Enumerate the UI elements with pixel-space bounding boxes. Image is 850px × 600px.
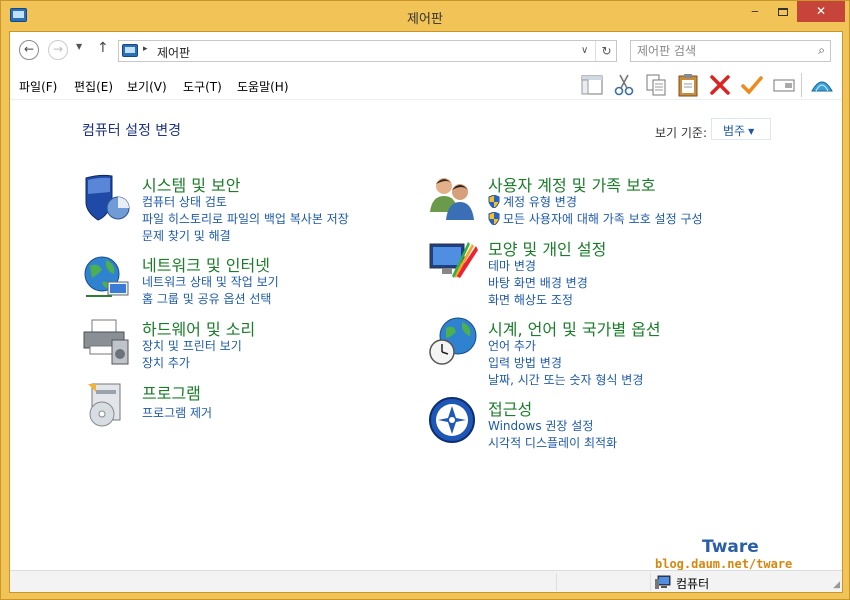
menu-view[interactable]: 보기(V): [127, 78, 167, 95]
link-add-language[interactable]: 언어 추가: [488, 337, 536, 354]
network-icon[interactable]: [82, 252, 132, 302]
rename-icon[interactable]: [772, 73, 796, 97]
control-panel-home: 컴퓨터 설정 변경 보기 기준: 범주 ▼ 시스템 및 보안 컴퓨터 상태 검토 …: [10, 100, 842, 571]
forward-button[interactable]: →: [48, 40, 68, 60]
accessibility-icon[interactable]: [428, 396, 478, 446]
back-button[interactable]: ←: [19, 40, 39, 60]
address-bar[interactable]: ▸ 제어판 ∨ ↻: [118, 40, 617, 62]
menu-help[interactable]: 도움말(H): [237, 78, 289, 95]
menu-edit[interactable]: 편집(E): [74, 78, 113, 95]
watermark-url: blog.daum.net/tware: [655, 557, 793, 571]
maximize-icon: [778, 7, 788, 16]
breadcrumb[interactable]: 제어판: [157, 44, 190, 61]
control-panel-window: 제어판 ‒ ✕ ← → ▼ ↑ ▸ 제어판 ∨ ↻ ⌕ 파일(F): [0, 0, 850, 600]
category-title[interactable]: 프로그램: [142, 380, 201, 404]
uac-shield-icon: [488, 195, 500, 208]
client-area: ← → ▼ ↑ ▸ 제어판 ∨ ↻ ⌕ 파일(F) 편집(E) 보기(V) 도구…: [9, 31, 843, 593]
view-by-dropdown[interactable]: 범주 ▼: [711, 118, 771, 140]
link-change-background[interactable]: 바탕 화면 배경 변경: [488, 274, 588, 291]
address-row: ← → ▼ ↑ ▸ 제어판 ∨ ↻ ⌕: [10, 32, 842, 70]
link-network-status[interactable]: 네트워크 상태 및 작업 보기: [142, 273, 279, 290]
link-add-device[interactable]: 장치 추가: [142, 354, 190, 371]
status-divider: [650, 573, 651, 591]
refresh-button[interactable]: ↻: [595, 41, 617, 61]
link-troubleshoot[interactable]: 문제 찾기 및 해결: [142, 227, 231, 244]
view-by-label: 보기 기준:: [655, 126, 708, 140]
up-button[interactable]: ↑: [97, 40, 109, 56]
shell-icon[interactable]: [810, 73, 834, 97]
status-divider: [556, 573, 557, 591]
check-icon[interactable]: [740, 73, 764, 97]
page-title: 컴퓨터 설정 변경: [82, 123, 182, 139]
watermark-name: Tware: [702, 537, 759, 557]
layout-icon[interactable]: [580, 73, 604, 97]
cut-icon[interactable]: [612, 73, 636, 97]
computer-icon: [655, 575, 671, 589]
link-homegroup-sharing[interactable]: 홈 그룹 및 공유 옵션 선택: [142, 290, 271, 307]
toolbar-divider: [801, 73, 802, 97]
uac-shield-icon: [488, 212, 500, 225]
delete-icon[interactable]: [708, 73, 732, 97]
minimize-button[interactable]: ‒: [741, 1, 769, 22]
link-change-theme[interactable]: 테마 변경: [488, 257, 536, 274]
programs-icon[interactable]: [82, 380, 132, 430]
address-history-chevron-icon[interactable]: ∨: [581, 45, 588, 56]
title-bar: 제어판 ‒ ✕: [1, 1, 849, 31]
link-screen-resolution[interactable]: 화면 해상도 조정: [488, 291, 573, 308]
link-family-safety[interactable]: 모든 사용자에 대해 가족 보호 설정 구성: [488, 210, 703, 227]
link-change-input-method[interactable]: 입력 방법 변경: [488, 354, 562, 371]
link-review-computer-status[interactable]: 컴퓨터 상태 검토: [142, 193, 227, 210]
status-bar: 컴퓨터 ◢: [10, 570, 842, 592]
menu-bar: 파일(F) 편집(E) 보기(V) 도구(T) 도움말(H): [10, 70, 842, 100]
link-windows-recommended-settings[interactable]: Windows 권장 설정: [488, 417, 593, 434]
search-icon[interactable]: ⌕: [818, 43, 825, 58]
copy-icon[interactable]: [644, 73, 668, 97]
breadcrumb-separator[interactable]: ▸: [143, 44, 148, 54]
clock-globe-icon[interactable]: [428, 316, 478, 366]
link-label: 모든 사용자에 대해 가족 보호 설정 구성: [503, 212, 703, 226]
link-date-time-number-format[interactable]: 날짜, 시간 또는 숫자 형식 변경: [488, 371, 643, 388]
control-panel-icon: [122, 44, 138, 57]
shield-icon[interactable]: [82, 172, 132, 222]
link-label: 계정 유형 변경: [503, 195, 577, 209]
recent-locations-chevron-icon[interactable]: ▼: [76, 42, 82, 51]
users-icon[interactable]: [428, 172, 478, 222]
paste-icon[interactable]: [676, 73, 700, 97]
link-optimize-visual-display[interactable]: 시각적 디스플레이 최적화: [488, 434, 617, 451]
link-file-history-backup[interactable]: 파일 히스토리로 파일의 백업 복사본 저장: [142, 210, 349, 227]
link-devices-printers[interactable]: 장치 및 프린터 보기: [142, 337, 242, 354]
maximize-button[interactable]: [769, 1, 797, 22]
chevron-down-icon: ▼: [748, 127, 755, 136]
link-change-account-type[interactable]: 계정 유형 변경: [488, 193, 577, 210]
resize-grip-icon[interactable]: ◢: [833, 580, 840, 590]
search-box[interactable]: ⌕: [630, 40, 831, 62]
menu-file[interactable]: 파일(F): [19, 78, 57, 95]
printer-icon[interactable]: [82, 316, 132, 366]
window-title: 제어판: [407, 12, 443, 27]
menu-tools[interactable]: 도구(T): [183, 78, 222, 95]
search-input[interactable]: [637, 43, 807, 59]
link-uninstall-program[interactable]: 프로그램 제거: [142, 404, 212, 421]
view-by-value: 범주: [723, 124, 746, 138]
appearance-icon[interactable]: [428, 236, 478, 286]
status-location: 컴퓨터: [676, 577, 710, 591]
close-button[interactable]: ✕: [797, 1, 845, 22]
